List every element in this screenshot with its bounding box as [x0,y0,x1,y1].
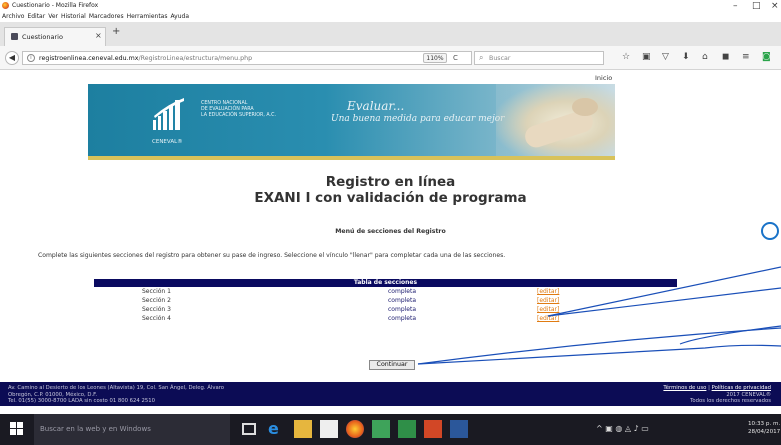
maximize-button[interactable]: □ [752,1,761,11]
slogan-line1: Evaluar... [347,99,405,113]
window-titlebar: Cuestionario - Mozilla Firefox – □ × [0,0,781,12]
tab-cuestionario[interactable]: Cuestionario × [4,27,106,46]
section-name: Sección 2 [142,297,171,304]
arrow-line-4 [417,344,781,365]
taskbar-search-input[interactable]: Buscar en la web y en Windows [34,414,230,445]
taskbar-clock[interactable]: 10:33 p. m. 28/04/2017 [748,420,780,436]
url-text: registroenlinea.ceneval.edu.mx/RegistroL… [39,55,253,62]
edge-browser-icon[interactable]: e [268,420,286,438]
section-name: Sección 1 [142,288,171,295]
edit-link[interactable]: [editar] [537,314,559,323]
ceneval-banner: CENEVAL® CENTRO NACIONAL DE EVALUACIÓN P… [88,84,615,156]
close-window-button[interactable]: × [771,1,779,11]
page-favicon-icon [11,33,18,40]
menu-title: Menú de secciones del Registro [335,228,446,235]
window-title: Cuestionario - Mozilla Firefox [12,2,99,9]
page-subtitle: EXANI I con validación de programa [254,190,527,206]
edit-link[interactable]: [editar] [537,296,559,305]
home-icon[interactable]: ⌂ [702,50,708,64]
minimize-button[interactable]: – [733,1,738,11]
table-row: Sección 2 completa [editar] [94,296,677,305]
task-view-icon[interactable] [242,423,256,435]
edit-link[interactable]: [editar] [537,287,559,296]
menubar: Archivo Editar Ver Historial Marcadores Herra… [0,12,781,22]
search-placeholder: Buscar [489,55,511,62]
banner-photo [496,84,615,156]
instructions-text: Complete las siguientes secciones del re… [38,252,506,259]
page-title: Registro en línea [325,174,456,190]
close-tab-icon[interactable]: × [95,31,102,40]
institution-name: CENTRO NACIONAL DE EVALUACIÓN PARA LA ED… [201,101,277,118]
window-bottom [0,406,781,414]
system-tray[interactable]: ^ ▣ ◍ ◬ ♪ ▭ [596,424,649,433]
back-button[interactable]: ◀ [5,51,19,65]
arrow-line-5 [679,325,781,345]
store-icon[interactable] [320,420,338,438]
section-status: completa [388,297,417,304]
site-info-icon[interactable]: i [27,54,35,62]
addon-icon[interactable]: ◙ [762,50,771,64]
section-name: Sección 3 [142,306,171,313]
search-icon: ⌕ [479,53,484,62]
menu-marcadores[interactable]: Marcadores [89,12,124,22]
menu-ver[interactable]: Ver [48,12,58,22]
footer-address: Av. Camino al Desierto de los Leones (Al… [8,385,225,404]
menu-archivo[interactable]: Archivo [2,12,24,22]
excel-icon[interactable] [398,420,416,438]
word-icon[interactable] [450,420,468,438]
arrow-line-3 [417,327,781,365]
sections-table: Tabla de secciones Sección 1 completa [e… [94,279,677,323]
windows-taskbar: Buscar en la web y en Windows e ^ ▣ ◍ ◬ … [0,414,781,445]
page-footer: Av. Camino al Desierto de los Leones (Al… [0,382,781,406]
table-row: Sección 3 completa [editar] [94,305,677,314]
edit-link[interactable]: [editar] [537,305,559,314]
firefox-logo-icon [2,2,9,9]
downloads-icon[interactable]: ⬇ [682,50,690,64]
ceneval-logo-icon [153,98,184,130]
banner-strip [88,156,615,160]
photos-app-icon[interactable] [372,420,390,438]
menu-historial[interactable]: Historial [61,12,86,22]
new-tab-button[interactable]: + [112,26,120,37]
reload-icon[interactable]: C [453,54,458,62]
privacy-link[interactable]: Políticas de privacidad [712,385,771,391]
footer-legal: Términos de uso | Políticas de privacida… [663,385,771,404]
powerpoint-icon[interactable] [424,420,442,438]
menu-herramientas[interactable]: Herramientas [127,12,168,22]
section-status: completa [388,306,417,313]
extension-icon[interactable]: ◼ [722,50,729,64]
zoom-level[interactable]: 110% [423,53,447,63]
rights-text: Todos los derechos reservados [690,398,771,404]
bookmark-star-icon[interactable]: ☆ [622,50,630,64]
clipboard-icon[interactable]: ▣ [642,50,651,64]
annotation-circle [761,222,779,240]
file-explorer-icon[interactable] [294,420,312,438]
menu-editar[interactable]: Editar [27,12,45,22]
table-header: Tabla de secciones [94,279,677,287]
slogan-line2: Una buena medida para educar mejor [331,114,505,124]
section-status: completa [388,288,417,295]
table-row: Sección 1 completa [editar] [94,287,677,296]
menu-icon[interactable]: ≡ [742,50,750,64]
search-input[interactable]: ⌕ Buscar [474,51,604,65]
ceneval-caption: CENEVAL® [152,139,183,145]
menu-ayuda[interactable]: Ayuda [170,12,189,22]
inicio-link[interactable]: Inicio [595,74,612,82]
continue-button[interactable]: Continuar [369,360,415,370]
section-name: Sección 4 [142,315,171,322]
terms-link[interactable]: Términos de uso [663,385,706,391]
tab-label: Cuestionario [22,33,63,41]
url-bar[interactable]: i registroenlinea.ceneval.edu.mx/Registr… [22,51,472,65]
pocket-icon[interactable]: ▽ [662,50,669,64]
firefox-taskbar-icon[interactable] [346,420,364,438]
table-row: Sección 4 completa [editar] [94,314,677,323]
section-status: completa [388,315,417,322]
windows-start-icon[interactable] [10,422,24,436]
